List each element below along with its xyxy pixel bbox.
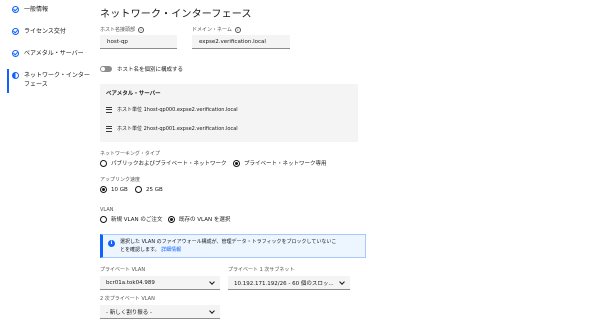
- uplink-speed-label: アップリンク速度: [100, 177, 141, 183]
- secondary-private-vlan-value: - 新しく割り振る -: [106, 309, 152, 316]
- step-label: ベアメタル・サーバー: [24, 50, 84, 57]
- domain-name-input[interactable]: expse2.verification.local: [192, 35, 290, 49]
- notice-text: 選択した VLAN のファイアウォール構成が、管理データ・トラフィックをブロック…: [120, 235, 342, 257]
- radio-button[interactable]: [100, 159, 107, 167]
- info-icon[interactable]: i: [234, 26, 241, 33]
- networking-type-label: ネットワーキング・タイプ: [100, 151, 160, 157]
- info-icon[interactable]: i: [138, 26, 145, 33]
- radio-25gb[interactable]: 25 GB: [135, 186, 163, 193]
- radio-label: 既存の VLAN を選択: [179, 217, 231, 223]
- domain-name-value: expse2.verification.local: [199, 38, 266, 45]
- private-vlan-select[interactable]: bcr01a.tok04.989: [100, 276, 220, 290]
- info-filled-icon: i: [108, 240, 115, 247]
- radio-button[interactable]: [135, 186, 142, 193]
- radio-label: 10 GB: [111, 186, 128, 193]
- learn-more-link[interactable]: 詳細情報: [161, 247, 181, 253]
- step-label: ネットワーク・インター フェース: [24, 71, 90, 89]
- private-subnet-select[interactable]: 10.192.171.192/26 - 60 個のスロッ...: [228, 276, 350, 290]
- radio-label: プライベート・ネットワーク専用: [244, 161, 327, 167]
- custom-hostname-toggle[interactable]: [100, 66, 112, 72]
- chevron-down-icon: [209, 278, 215, 285]
- private-vlan-label: プライベート VLAN: [100, 267, 146, 273]
- checkmark-circle-icon: [12, 6, 19, 13]
- custom-hostname-toggle-row[interactable]: ホスト名を個別に構成する: [100, 65, 183, 73]
- step-label-line: フェース: [24, 81, 48, 88]
- secondary-private-vlan-label: 2 次プライベート VLAN: [100, 296, 155, 302]
- host-row: ホスト単位 2host-qp001.expse2.verification.lo…: [106, 125, 238, 132]
- radio-button[interactable]: [168, 215, 175, 223]
- radio-label: パブリックおよびプライベート・ネットワーク: [111, 161, 227, 167]
- host-prefix-label-text: ホスト名接頭部: [100, 27, 136, 33]
- step-label: 一般情報: [24, 6, 49, 13]
- private-subnet-value: 10.192.171.192/26 - 60 個のスロッ...: [234, 280, 334, 287]
- private-vlan-value: bcr01a.tok04.989: [106, 279, 155, 286]
- step-licensing[interactable]: ライセンス交付: [12, 27, 66, 36]
- radio-button[interactable]: [100, 215, 107, 223]
- notice-line: とを確認します。: [120, 247, 160, 253]
- radio-button[interactable]: [100, 186, 107, 193]
- host-row: ホスト単位 1host-qp000.expse2.verification.lo…: [106, 106, 238, 113]
- host-row-text: ホスト単位 2host-qp001.expse2.verification.lo…: [117, 126, 238, 132]
- toggle-label: ホスト名を個別に構成する: [117, 67, 184, 73]
- page-title: ネットワーク・インターフェース: [100, 9, 252, 20]
- radio-10gb[interactable]: 10 GB: [100, 186, 128, 193]
- private-subnet-label: プライベート 1 次サブネット: [228, 267, 295, 273]
- checkmark-circle-icon: [12, 50, 19, 57]
- host-row-text: ホスト単位 1host-qp000.expse2.verification.lo…: [117, 107, 238, 113]
- domain-name-label: ドメイン・ネーム i: [192, 26, 241, 33]
- secondary-private-vlan-select[interactable]: - 新しく割り振る -: [100, 305, 220, 319]
- step-bare-metal[interactable]: ベアメタル・サーバー: [12, 49, 84, 58]
- radio-existing-vlan[interactable]: 既存の VLAN を選択: [168, 215, 230, 223]
- radio-new-vlan[interactable]: 新規 VLAN のご注文: [100, 215, 162, 223]
- step-label: ライセンス交付: [24, 28, 66, 35]
- radio-public-private[interactable]: パブリックおよびプライベート・ネットワーク: [100, 159, 227, 167]
- chevron-down-icon: [209, 307, 215, 314]
- notice-line: 選択した VLAN のファイアウォール構成が、管理データ・トラフィックをブロック…: [120, 239, 337, 245]
- server-icon: [106, 125, 112, 132]
- host-prefix-value: host-qp: [107, 38, 128, 45]
- checkmark-circle-icon: [12, 28, 19, 35]
- radio-button[interactable]: [233, 159, 240, 167]
- chevron-down-icon: [339, 278, 345, 285]
- radio-private-only[interactable]: プライベート・ネットワーク専用: [233, 159, 327, 167]
- domain-name-label-text: ドメイン・ネーム: [192, 27, 232, 33]
- host-prefix-input[interactable]: host-qp: [100, 35, 177, 49]
- firewall-notice: i 選択した VLAN のファイアウォール構成が、管理データ・トラフィックをブロ…: [100, 234, 366, 258]
- radio-label: 新規 VLAN のご注文: [111, 217, 163, 223]
- step-general-info[interactable]: 一般情報: [12, 5, 48, 14]
- bare-metal-panel: ベアメタル・サーバー ホスト単位 1host-qp000.expse2.veri…: [100, 84, 358, 142]
- half-circle-icon: [12, 72, 19, 79]
- step-label-line: ネットワーク・インター: [24, 72, 90, 79]
- bare-metal-title: ベアメタル・サーバー: [106, 91, 161, 97]
- progress-sidebar: 一般情報 ライセンス交付 ベアメタル・サーバー ネットワーク・インター フェース: [0, 0, 92, 326]
- current-step-indicator: [7, 69, 9, 93]
- host-prefix-label: ホスト名接頭部 i: [100, 26, 145, 33]
- step-network-interface[interactable]: ネットワーク・インター フェース: [7, 69, 90, 93]
- server-icon: [106, 106, 112, 113]
- vlan-label: VLAN: [100, 207, 114, 213]
- radio-label: 25 GB: [146, 186, 163, 193]
